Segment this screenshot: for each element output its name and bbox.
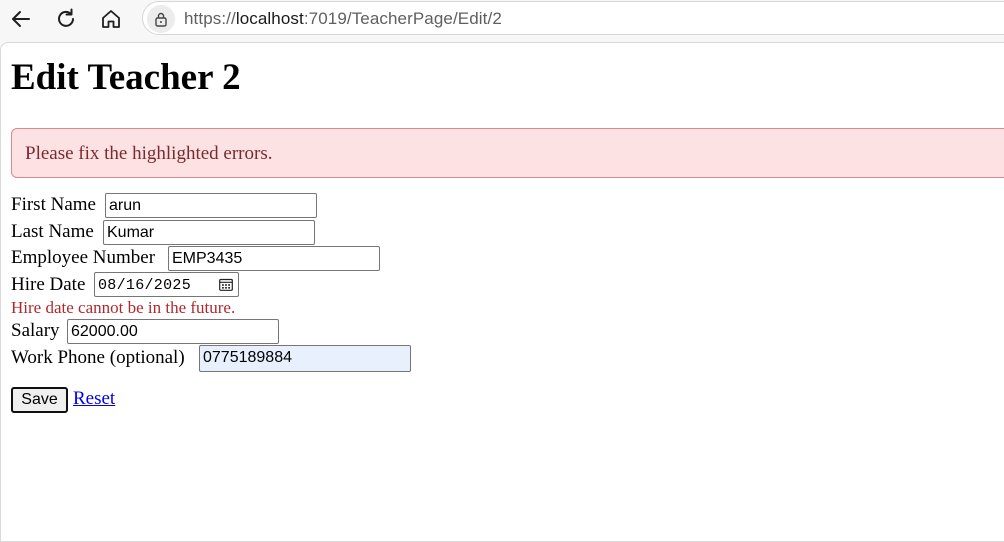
employee-number-label: Employee Number <box>11 247 156 268</box>
first-name-field[interactable]: arun <box>105 193 317 218</box>
work-phone-label: Work Phone (optional) <box>11 347 185 368</box>
first-name-label: First Name <box>11 194 96 215</box>
validation-summary-alert: Please fix the highlighted errors. <box>11 128 1004 178</box>
work-phone-field[interactable]: 0775189884 <box>199 345 411 372</box>
url-path: :7019/TeacherPage/Edit/2 <box>303 9 502 28</box>
hire-date-label: Hire Date <box>11 274 86 295</box>
reload-icon <box>58 8 74 27</box>
reset-link[interactable]: Reset <box>73 388 115 410</box>
lock-icon <box>155 12 167 27</box>
save-button[interactable]: Save <box>11 387 68 413</box>
url-host: localhost <box>235 9 304 28</box>
url-prefix: https:// <box>184 9 236 28</box>
alert-message: Please fix the highlighted errors. <box>25 143 273 164</box>
employee-number-field[interactable]: EMP3435 <box>168 246 380 271</box>
back-icon <box>12 11 30 27</box>
salary-field[interactable]: 62000.00 <box>67 319 279 344</box>
last-name-label: Last Name <box>11 221 94 242</box>
page-title: Edit Teacher 2 <box>11 57 241 98</box>
home-button[interactable] <box>95 4 127 34</box>
home-icon <box>102 10 120 28</box>
url-text: https://localhost:7019/TeacherPage/Edit/… <box>184 9 502 29</box>
site-info-button[interactable] <box>147 5 175 33</box>
hire-date-value: 08/16/2025 <box>98 277 192 294</box>
hire-date-error: Hire date cannot be in the future. <box>11 298 236 317</box>
browser-toolbar: https://localhost:7019/TeacherPage/Edit/… <box>0 0 1004 38</box>
hire-date-field[interactable]: 08/16/2025 <box>94 272 239 297</box>
back-button[interactable] <box>5 4 37 34</box>
calendar-icon[interactable] <box>219 278 233 291</box>
salary-label: Salary <box>11 320 60 341</box>
address-bar[interactable]: https://localhost:7019/TeacherPage/Edit/… <box>142 1 1004 35</box>
last-name-field[interactable]: Kumar <box>103 220 315 245</box>
reload-button[interactable] <box>50 4 82 34</box>
